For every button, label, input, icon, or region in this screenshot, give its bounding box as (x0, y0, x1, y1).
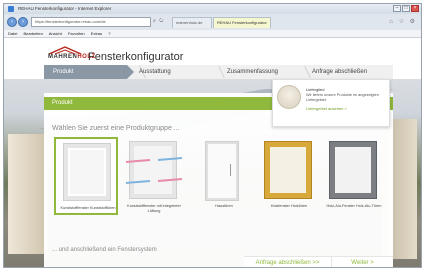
step-zusammenfassung[interactable]: Zusammenfassung (227, 65, 278, 79)
browser-window: REHAU Fensterkonfigurator - Internet Exp… (3, 3, 422, 268)
product-group-heading: Wählen Sie zuerst eine Produktgruppe ... (52, 125, 180, 132)
product-caption: Kunststofffenster Kunststofftüren (60, 206, 116, 210)
product-caption: Kunststofffenster mit integrierter Lüftu… (127, 204, 181, 213)
product-kunststofffenster[interactable]: Kunststofffenster Kunststofftüren (54, 137, 118, 215)
product-caption: Holzfenster Holztüren (270, 204, 308, 208)
logo-text-prefix: MAHREN (48, 54, 78, 60)
window-controls: – □ × (393, 5, 419, 12)
menu-item-extras[interactable]: Extras (91, 31, 102, 36)
menu-item-bearbeiten[interactable]: Bearbeiten (23, 31, 42, 36)
web-content: MAHRENHOLZ Fensterkonfigurator Produkt A… (4, 38, 421, 267)
minimize-icon[interactable]: – (393, 5, 401, 12)
browser-tab-1[interactable]: mahrenholz.de (172, 17, 212, 28)
close-icon[interactable]: × (411, 5, 419, 12)
product-haustueren[interactable]: Haustüren (192, 137, 256, 215)
window-white-icon (64, 144, 110, 200)
next-button[interactable]: Weiter > (332, 257, 393, 267)
browser-icon (8, 6, 14, 12)
menu-bar: Datei Bearbeiten Ansicht Favoriten Extra… (4, 30, 421, 38)
product-holzfenster[interactable]: Holzfenster Holztüren (257, 137, 321, 215)
delivery-info-box: Lieferglied Wir liefern unsere Produkte … (272, 79, 390, 127)
step-anfrage-abschliessen[interactable]: Anfrage abschließen (312, 65, 367, 79)
door-icon (206, 142, 238, 200)
system-heading: ... und anschließend ein Fenstersystem (52, 247, 157, 253)
product-holz-alu-fenster[interactable]: Holz-Alu-Fenster Holz-Alu-Türen (322, 137, 386, 215)
product-kunststofffenster-lueftung[interactable]: Kunststofffenster mit integrierter Lüftu… (122, 137, 186, 215)
toolbar-icons[interactable]: ⌂ ☆ ⚙ (389, 18, 417, 25)
maximize-icon[interactable]: □ (402, 5, 410, 12)
hero-house-left (8, 134, 48, 254)
browser-tab-2[interactable]: REHAU Fensterkonfigurator (213, 17, 271, 28)
info-box-link[interactable]: Liefergebiet ansehen > (306, 106, 347, 111)
back-icon[interactable]: ‹ (7, 17, 17, 27)
delivery-area-image (277, 85, 301, 109)
door-handle (230, 164, 231, 176)
step-navigation: Produkt Ausstattung Zusammenfassung Anfr… (44, 65, 393, 79)
airflow-arrows-icon (125, 157, 183, 184)
window-wood-alu-icon (330, 142, 376, 198)
info-box-text: Wir liefern unsere Produkte im angezeigt… (306, 93, 379, 102)
browser-navbar: ‹ › https://fensterkonfigurator.rehau.co… (4, 14, 421, 30)
request-button[interactable]: Anfrage abschließen >> (244, 257, 332, 267)
forward-icon[interactable]: › (18, 17, 28, 27)
window-title: REHAU Fensterkonfigurator - Internet Exp… (18, 6, 112, 11)
action-bar: Anfrage abschließen >> Weiter > (244, 256, 393, 267)
menu-item-favoriten[interactable]: Favoriten (68, 31, 85, 36)
menu-item-datei[interactable]: Datei (8, 31, 17, 36)
window-wood-icon (265, 142, 311, 198)
product-caption: Holz-Alu-Fenster Holz-Alu-Türen (326, 204, 382, 208)
menu-item-help[interactable]: ? (108, 31, 110, 36)
product-caption: Haustüren (215, 204, 233, 208)
page-title: Fensterkonfigurator (88, 51, 184, 63)
window-titlebar: REHAU Fensterkonfigurator - Internet Exp… (4, 4, 421, 14)
step-produkt[interactable]: Produkt (44, 65, 134, 79)
info-box-title: Lieferglied (306, 87, 325, 92)
step-ausstattung[interactable]: Ausstattung (139, 65, 171, 79)
address-bar-icons[interactable]: ⌕ ↻ (153, 18, 164, 24)
step-separator (213, 66, 225, 78)
menu-item-ansicht[interactable]: Ansicht (49, 31, 62, 36)
step-separator (299, 66, 311, 78)
address-bar[interactable]: https://fensterkonfigurator.rehau.com/de (31, 17, 151, 27)
